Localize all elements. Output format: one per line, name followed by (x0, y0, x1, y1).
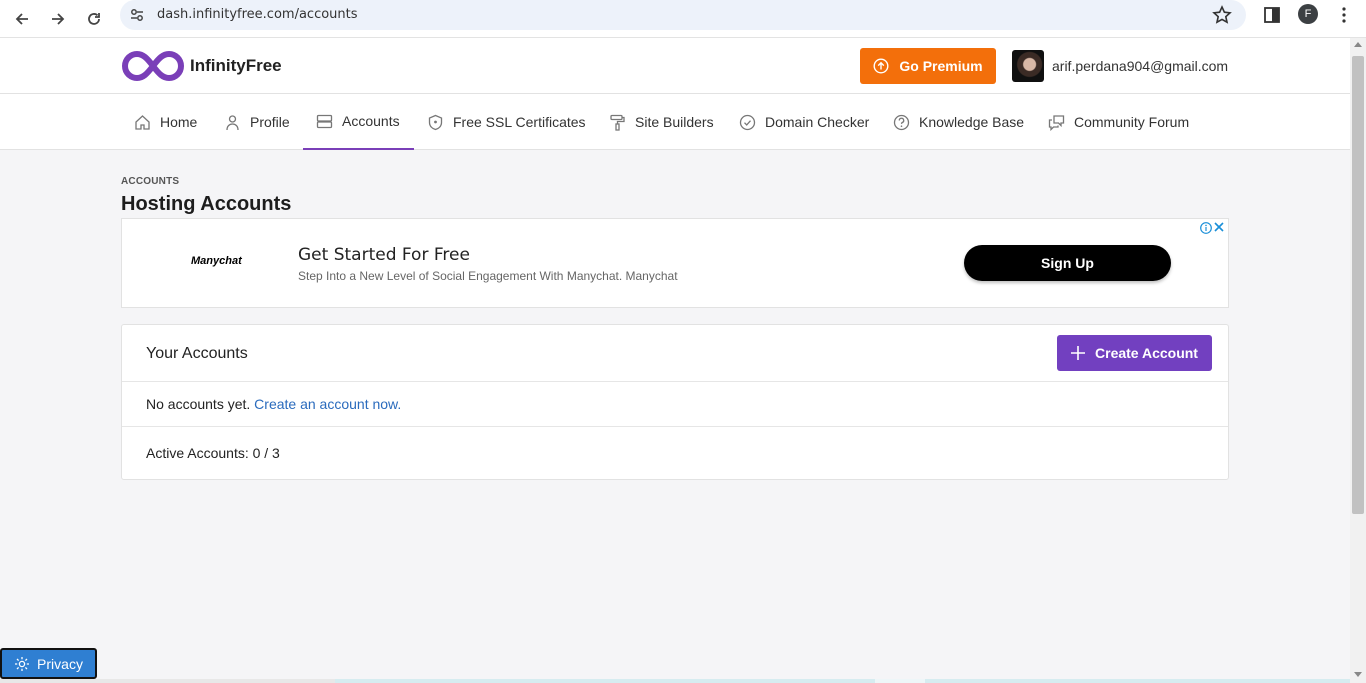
bookmark-star-icon[interactable] (1212, 5, 1232, 25)
browser-toolbar: dash.infinityfree.com/accounts F (0, 0, 1366, 38)
nav-label: Profile (250, 114, 290, 130)
create-account-link[interactable]: Create an account now. (254, 396, 401, 412)
empty-text: No accounts yet. (146, 396, 251, 412)
arrow-left-icon (15, 13, 28, 25)
ad-subline: Step Into a New Level of Social Engageme… (298, 269, 678, 283)
create-account-button[interactable]: Create Account (1057, 335, 1212, 371)
nav-item-domain-checker[interactable]: Domain Checker (739, 94, 869, 150)
accounts-empty-row: No accounts yet. Create an account now. (122, 382, 1228, 427)
ad-sign-up-button[interactable]: Sign Up (964, 245, 1171, 281)
ad-info-icon[interactable] (1200, 222, 1212, 234)
nav-label: Community Forum (1074, 114, 1190, 130)
arrow-right-icon (52, 13, 65, 25)
arrow-up-circle-icon (873, 58, 889, 74)
main-nav: Home Profile Accounts Free SSL Certifica… (0, 94, 1350, 150)
breadcrumb: ACCOUNTS (121, 176, 180, 187)
brand-name: InfinityFree (190, 56, 282, 75)
nav-item-profile[interactable]: Profile (224, 94, 290, 150)
nav-label: Free SSL Certificates (453, 114, 586, 130)
scroll-thumb[interactable] (1352, 56, 1364, 514)
ad-banner[interactable]: Manychat Get Started For Free Step Into … (121, 218, 1229, 308)
bottom-strip (0, 679, 1350, 683)
accounts-card: Your Accounts Create Account No accounts… (121, 324, 1229, 480)
help-circle-icon (893, 114, 910, 130)
address-bar[interactable]: dash.infinityfree.com/accounts (120, 0, 1246, 30)
paint-roller-icon (610, 114, 625, 131)
chat-icon (1048, 114, 1065, 131)
site-header: InfinityFree Go Premium arif.perdana904@… (0, 38, 1350, 94)
nav-label: Knowledge Base (919, 114, 1025, 130)
forward-button[interactable] (42, 3, 74, 35)
url-text[interactable]: dash.infinityfree.com/accounts (157, 7, 358, 22)
go-premium-button[interactable]: Go Premium (860, 48, 996, 84)
check-circle-icon (739, 114, 756, 130)
nav-label: Accounts (342, 113, 400, 129)
go-premium-label: Go Premium (899, 58, 983, 74)
active-accounts-count: Active Accounts: 0 / 3 (146, 445, 280, 461)
brand-logo[interactable]: InfinityFree (120, 50, 282, 82)
page-scrollbar[interactable] (1350, 38, 1366, 683)
ad-headline[interactable]: Get Started For Free (298, 245, 470, 265)
user-avatar[interactable] (1012, 50, 1044, 82)
accounts-card-header: Your Accounts Create Account (122, 325, 1228, 382)
scroll-down-arrow[interactable] (1354, 672, 1362, 677)
home-icon (135, 114, 150, 130)
page-title: Hosting Accounts (121, 193, 292, 215)
accounts-card-title: Your Accounts (146, 345, 248, 362)
nav-item-home[interactable]: Home (134, 94, 197, 150)
reload-icon (88, 13, 100, 25)
nav-item-ssl[interactable]: Free SSL Certificates (427, 94, 586, 150)
gear-icon (15, 656, 30, 671)
privacy-button[interactable]: Privacy (0, 648, 97, 679)
nav-item-community-forum[interactable]: Community Forum (1048, 94, 1189, 150)
plus-icon (1071, 346, 1086, 360)
reload-button[interactable] (78, 3, 110, 35)
nav-item-accounts[interactable]: Accounts (303, 94, 414, 150)
nav-label: Domain Checker (765, 114, 870, 130)
nav-item-site-builders[interactable]: Site Builders (609, 94, 714, 150)
privacy-label: Privacy (37, 655, 83, 672)
profile-avatar[interactable]: F (1298, 4, 1318, 24)
user-email[interactable]: arif.perdana904@gmail.com (1052, 58, 1228, 74)
nav-label: Site Builders (635, 114, 714, 130)
nav-label: Home (160, 114, 198, 130)
site-settings-icon[interactable] (128, 6, 146, 24)
shield-icon (428, 114, 443, 130)
ad-close-icon[interactable] (1213, 221, 1225, 233)
user-icon (226, 114, 239, 130)
create-account-label: Create Account (1095, 345, 1198, 361)
server-icon (316, 114, 333, 128)
more-menu-icon[interactable] (1334, 5, 1354, 25)
back-button[interactable] (6, 3, 38, 35)
ad-logo: Manychat (191, 255, 242, 267)
infinity-logo-icon (122, 50, 184, 82)
side-panel-icon[interactable] (1262, 5, 1282, 25)
nav-item-knowledge-base[interactable]: Knowledge Base (893, 94, 1024, 150)
empty-message: No accounts yet. Create an account now. (146, 396, 401, 412)
scroll-up-arrow[interactable] (1354, 42, 1362, 47)
